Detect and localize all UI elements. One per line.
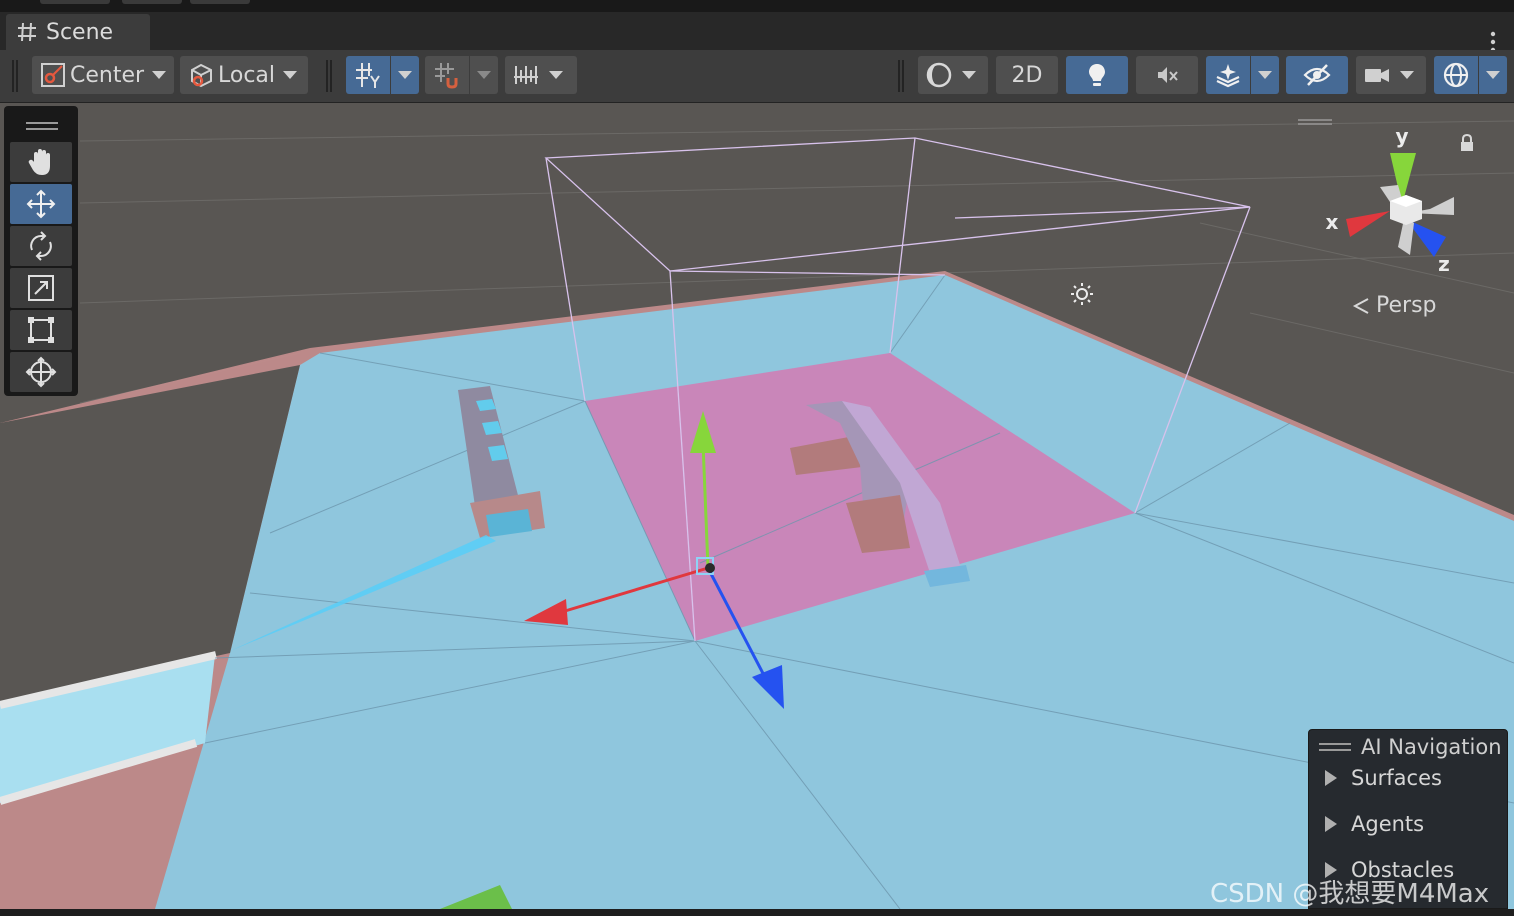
triangle-right-icon — [1325, 770, 1337, 786]
hand-icon — [28, 149, 50, 175]
rect-tool-button[interactable] — [10, 310, 72, 350]
scene-effects-button[interactable] — [1206, 56, 1250, 94]
gizmos-button[interactable] — [1434, 56, 1478, 94]
hand-tool-button[interactable] — [10, 142, 72, 182]
toolbar-grip[interactable] — [898, 60, 900, 92]
toolbar-grip[interactable] — [326, 60, 328, 92]
pivot-center-icon — [41, 63, 65, 87]
chevron-left-icon — [1352, 297, 1369, 314]
toolbar-grip[interactable] — [12, 60, 14, 92]
pivot-mode-label: Center — [70, 62, 145, 88]
tab-scene[interactable]: Scene — [6, 14, 150, 50]
rotate-tool-button[interactable] — [10, 226, 72, 266]
foldout-surfaces[interactable]: Surfaces — [1325, 766, 1442, 790]
foldout-label: Surfaces — [1351, 766, 1442, 790]
overlay-drag-handle[interactable] — [1319, 743, 1351, 751]
scene-visibility-button[interactable] — [1286, 56, 1348, 94]
foldout-label: Agents — [1351, 812, 1425, 836]
chevron-down-icon — [477, 71, 491, 79]
chevron-down-icon — [1258, 71, 1272, 79]
directional-light-icon — [1071, 283, 1093, 305]
lock-icon[interactable] — [1458, 133, 1476, 153]
tools-overlay-handle[interactable] — [26, 122, 58, 130]
grid-visibility-button[interactable] — [346, 56, 390, 94]
grid-snap-icon — [435, 63, 458, 89]
projection-toggle[interactable]: Persp — [1352, 293, 1437, 318]
chevron-down-icon — [283, 71, 298, 79]
foldout-agents[interactable]: Agents — [1325, 812, 1424, 836]
eye-hidden-icon — [1303, 64, 1331, 86]
shaded-sphere-icon — [926, 62, 952, 88]
chevron-down-icon — [962, 71, 976, 79]
scene-lighting-button[interactable] — [1066, 56, 1128, 94]
chevron-down-icon — [549, 71, 563, 79]
increment-snap-dropdown[interactable] — [505, 56, 577, 94]
scene-toolbar: Center Local 2D — [0, 50, 1514, 103]
overlay-title: AI Navigation — [1361, 735, 1502, 759]
scale-icon — [28, 275, 54, 301]
watermark-text: CSDN @我想要M4Max — [1210, 879, 1490, 909]
lightbulb-icon — [1089, 64, 1105, 86]
scene-camera-dropdown[interactable] — [1356, 56, 1426, 94]
snap-options-dropdown[interactable] — [470, 56, 498, 94]
gizmo-sphere-icon — [1443, 62, 1469, 88]
mode-2d-button[interactable]: 2D — [996, 56, 1058, 94]
tools-overlay — [4, 106, 78, 396]
scene-3d-view[interactable] — [0, 103, 1514, 909]
audio-mute-icon — [1158, 67, 1178, 83]
transform-icon — [25, 356, 57, 388]
move-tool-button[interactable] — [10, 184, 72, 224]
local-space-cube-icon — [191, 63, 212, 88]
gizmo-y-label: y — [1395, 124, 1408, 148]
pivot-space-label: Local — [218, 62, 276, 88]
grid-options-dropdown[interactable] — [391, 56, 419, 94]
scene-hash-icon — [18, 22, 36, 42]
transform-tool-button[interactable] — [10, 352, 72, 392]
scene-effects-dropdown[interactable] — [1251, 56, 1279, 94]
top-tab-stub — [190, 0, 250, 4]
top-tab-stub — [40, 0, 110, 4]
chevron-down-icon — [152, 71, 167, 79]
chevron-down-icon — [1486, 71, 1500, 79]
tab-bar: Scene — [0, 12, 1514, 53]
snap-toggle-button[interactable] — [425, 56, 469, 94]
draw-mode-dropdown[interactable] — [918, 56, 988, 94]
rect-transform-icon — [28, 317, 54, 343]
overlay-header[interactable]: AI Navigation — [1309, 730, 1507, 764]
projection-label: Persp — [1376, 293, 1437, 318]
grid-y-icon — [356, 63, 380, 88]
chevron-down-icon — [1400, 71, 1414, 79]
gizmo-x-cone[interactable] — [1346, 211, 1390, 237]
scene-viewport[interactable]: y x z Persp AI Navigation Surfaces Agent… — [0, 103, 1514, 909]
scale-tool-button[interactable] — [10, 268, 72, 308]
pivot-mode-dropdown[interactable]: Center — [32, 56, 174, 94]
editor-top-strip — [0, 0, 1514, 12]
gizmos-dropdown[interactable] — [1479, 56, 1507, 94]
gizmo-z-label: z — [1438, 252, 1450, 276]
triangle-right-icon — [1325, 816, 1337, 832]
mode-2d-label: 2D — [1011, 62, 1043, 88]
layers-sparkle-icon — [1216, 64, 1240, 88]
ruler-icon — [514, 66, 538, 84]
camera-icon — [1365, 69, 1389, 82]
rotate-icon — [30, 231, 52, 261]
chevron-down-icon — [398, 71, 412, 79]
editor-bottom-strip — [0, 909, 1514, 916]
pivot-space-dropdown[interactable]: Local — [180, 56, 308, 94]
gizmo-x-label: x — [1326, 210, 1339, 234]
top-tab-stub — [122, 0, 182, 4]
move-arrows-icon — [26, 189, 56, 219]
tab-title: Scene — [46, 19, 114, 45]
scene-audio-button[interactable] — [1136, 56, 1198, 94]
